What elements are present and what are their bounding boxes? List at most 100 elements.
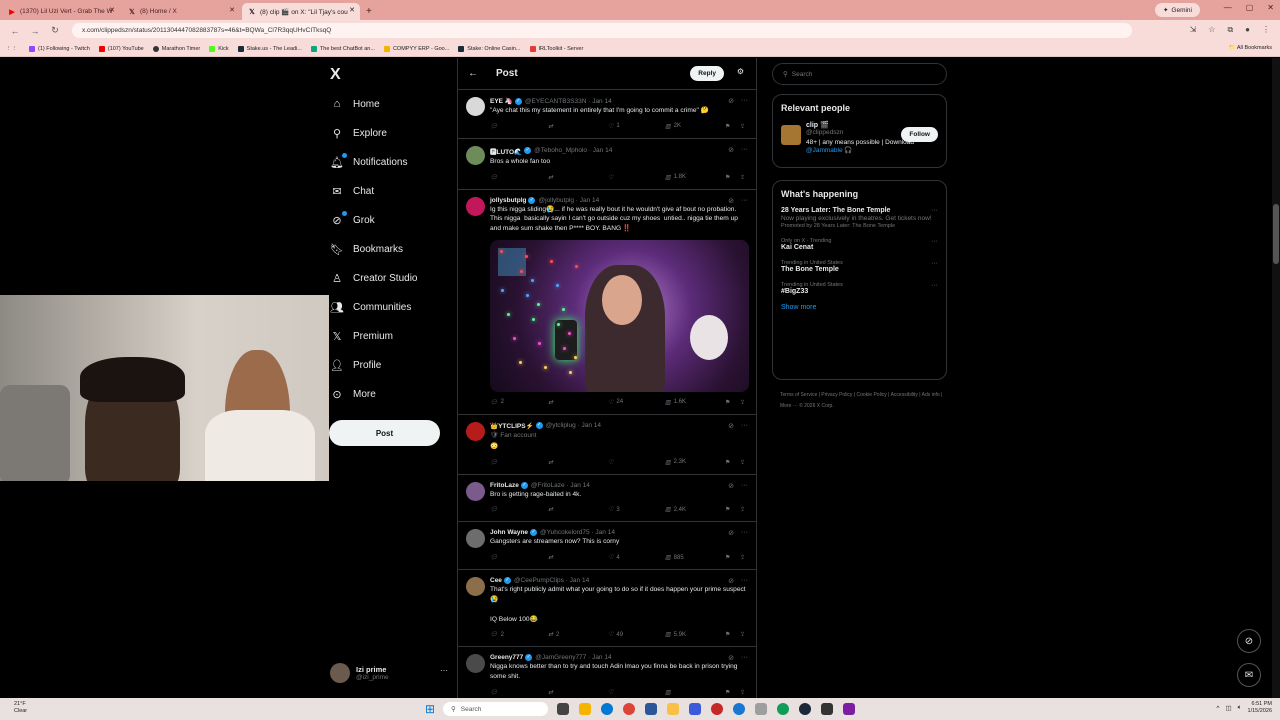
grok-icon[interactable]: ⊘ (728, 422, 734, 430)
retweet-action[interactable]: ⇄ (548, 506, 556, 513)
taskbar-app-icon[interactable] (557, 703, 569, 715)
bookmark-item[interactable]: (1) Following - Twitch (29, 45, 90, 52)
windows-start-icon[interactable]: ⊞ (425, 702, 435, 716)
like-action[interactable]: ♡ (608, 174, 616, 181)
close-tab-icon[interactable]: ✕ (109, 6, 115, 14)
taskbar-app-icon[interactable] (711, 703, 723, 715)
sidebar-item-communities[interactable]: 👥︎ Communities (330, 301, 411, 314)
volume-icon[interactable]: 🔈︎ (1238, 704, 1242, 712)
account-more-icon[interactable]: ··· (440, 666, 448, 675)
install-icon[interactable]: ⇲ (1190, 25, 1197, 35)
bookmark-item[interactable]: The best ChatBot an... (310, 45, 375, 52)
show-more-link[interactable]: Show more (781, 304, 938, 311)
profile-icon[interactable]: ● (1245, 25, 1250, 35)
grok-icon[interactable]: ⊘ (728, 146, 734, 154)
avatar[interactable] (781, 125, 801, 145)
sidebar-item-bookmarks[interactable]: 🔖︎ Bookmarks (330, 243, 403, 256)
sidebar-item-more[interactable]: ⊙ More (330, 388, 375, 401)
trend-item[interactable]: 28 Years Later: The Bone Temple Now play… (781, 207, 938, 229)
more-icon[interactable]: ··· (741, 97, 748, 105)
trend-item[interactable]: Only on X · Trending Kai Cenat ··· (781, 238, 938, 251)
share-icon[interactable]: ⇪ (740, 631, 745, 638)
taskbar-search[interactable]: ⚲ Search (443, 702, 548, 716)
gemini-button[interactable]: ✦ Gemini (1154, 3, 1200, 17)
messages-icon[interactable]: ✉ (1237, 663, 1261, 687)
chrome-icon[interactable] (623, 703, 635, 715)
browser-tab-x-post[interactable]: 𝕏 (8) clip 🎬 on X: "Lil Tjay's cou ✕ (242, 3, 360, 20)
share-icon[interactable]: ⇪ (740, 123, 745, 130)
sidebar-item-profile[interactable]: 👤︎ Profile (330, 359, 381, 372)
views-action[interactable]: ▥ 2K (665, 123, 681, 130)
more-icon[interactable]: ··· (931, 282, 938, 289)
forward-icon[interactable]: → (30, 26, 40, 36)
more-icon[interactable]: ··· (741, 654, 748, 662)
more-icon[interactable]: ··· (931, 260, 938, 267)
scrollbar[interactable] (1272, 58, 1280, 698)
back-icon[interactable]: ← (10, 26, 20, 36)
like-action[interactable]: ♡ (608, 459, 616, 466)
bookmark-item[interactable]: Stake: Online Casin... (458, 45, 521, 52)
grok-icon[interactable]: ⊘ (728, 654, 734, 662)
grok-icon[interactable]: ⊘ (728, 482, 734, 490)
tweet-author[interactable]: FritoLaze (490, 482, 519, 489)
avatar[interactable] (466, 529, 485, 549)
sidebar-item-grok[interactable]: ⊘ Grok (330, 211, 375, 227)
share-icon[interactable]: ⇪ (740, 459, 745, 466)
bookmark-item[interactable]: COMPYY ERP - Goo... (383, 45, 449, 52)
grok-icon[interactable]: ⊘ (1237, 629, 1261, 653)
avatar[interactable] (466, 654, 485, 674)
more-icon[interactable]: ··· (741, 197, 748, 205)
share-icon[interactable]: ⇪ (740, 554, 745, 561)
bookmark-star-icon[interactable]: ☆ (1208, 25, 1215, 35)
extensions-icon[interactable]: ⧉ (1227, 25, 1233, 35)
all-bookmarks-button[interactable]: 📁 All Bookmarks (1229, 45, 1272, 51)
bookmark-item[interactable]: Kick (209, 45, 229, 52)
retweet-action[interactable]: ⇄ (548, 399, 556, 406)
views-action[interactable]: ▥ 5.9K (665, 631, 686, 639)
grok-icon[interactable]: ⊘ (728, 577, 734, 585)
account-switcher[interactable]: Izi prime @izi_prime ··· (330, 663, 448, 683)
retweet-action[interactable]: ⇄ (548, 459, 556, 466)
bookmark-icon[interactable]: ⚑ (725, 399, 730, 406)
reply-tweet[interactable]: FritoLaze ✓ @FritoLaze · Jan 14 Bro is gett… (458, 475, 756, 523)
views-action[interactable]: ▥ 1.6K (665, 399, 686, 406)
reply-action[interactable]: 💬︎ (490, 554, 501, 561)
bookmark-icon[interactable]: ⚑ (725, 631, 730, 638)
share-icon[interactable]: ⇪ (740, 689, 745, 696)
video-thumbnail[interactable] (490, 239, 749, 392)
footer-links[interactable]: Terms of Service | Privacy Policy | Cook… (780, 390, 945, 412)
tweet-author[interactable]: jollysbutplg (490, 197, 526, 204)
more-icon[interactable]: ··· (741, 529, 748, 537)
sidebar-item-creator-studio[interactable]: ♙ Creator Studio (330, 272, 417, 285)
edge-icon[interactable] (777, 703, 789, 715)
views-action[interactable]: ▥ 885 (665, 554, 684, 562)
taskbar-app-icon[interactable] (689, 703, 701, 715)
avatar[interactable] (466, 481, 485, 501)
maximize-icon[interactable]: ▢ (1246, 3, 1254, 12)
sidebar-item-chat[interactable]: ✉ Chat (330, 185, 374, 198)
reply-action[interactable]: 💬︎ (490, 123, 501, 130)
minimize-icon[interactable]: — (1224, 3, 1232, 12)
retweet-action[interactable]: ⇄ (548, 174, 556, 181)
bookmark-item[interactable]: Marathon Timer (152, 45, 200, 52)
avatar[interactable] (466, 421, 485, 441)
reply-tweet[interactable]: jollysbutplg ✓ @jollybutplg · Jan 14 Ig thi… (458, 190, 756, 415)
reply-tweet[interactable]: EYE 🦄 ✓ @EYECANTB3S33N · Jan 14 "Aye chat t… (458, 90, 756, 139)
bookmark-icon[interactable]: ⚑ (725, 554, 730, 561)
retweet-action[interactable]: ⇄ 2 (548, 631, 559, 639)
url-input[interactable]: x.com/clippedszn/status/2011304447082883… (72, 23, 1132, 38)
file-explorer-icon[interactable] (667, 703, 679, 715)
taskbar-app-icon[interactable] (733, 703, 745, 715)
like-action[interactable]: ♡ 4 (608, 554, 620, 562)
new-tab-button[interactable]: + (366, 6, 372, 17)
taskbar-app-icon[interactable] (579, 703, 591, 715)
reply-action[interactable]: 💬︎ 2 (490, 399, 504, 406)
reply-tweet[interactable]: 👑YTCLIPS⚡ ✓ @ytcliplug · Jan 14 🛡 Fan accou… (458, 415, 756, 475)
share-icon[interactable]: ⇪ (740, 506, 745, 513)
retweet-action[interactable]: ⇄ (548, 554, 556, 561)
back-arrow-icon[interactable]: ← (468, 68, 478, 79)
bookmark-icon[interactable]: ⚑ (725, 689, 730, 696)
grok-icon[interactable]: ⊘ (728, 197, 734, 205)
bookmark-apps-icon[interactable]: ⋮⋮ (6, 46, 17, 52)
network-icon[interactable]: ◫ (1225, 704, 1231, 712)
